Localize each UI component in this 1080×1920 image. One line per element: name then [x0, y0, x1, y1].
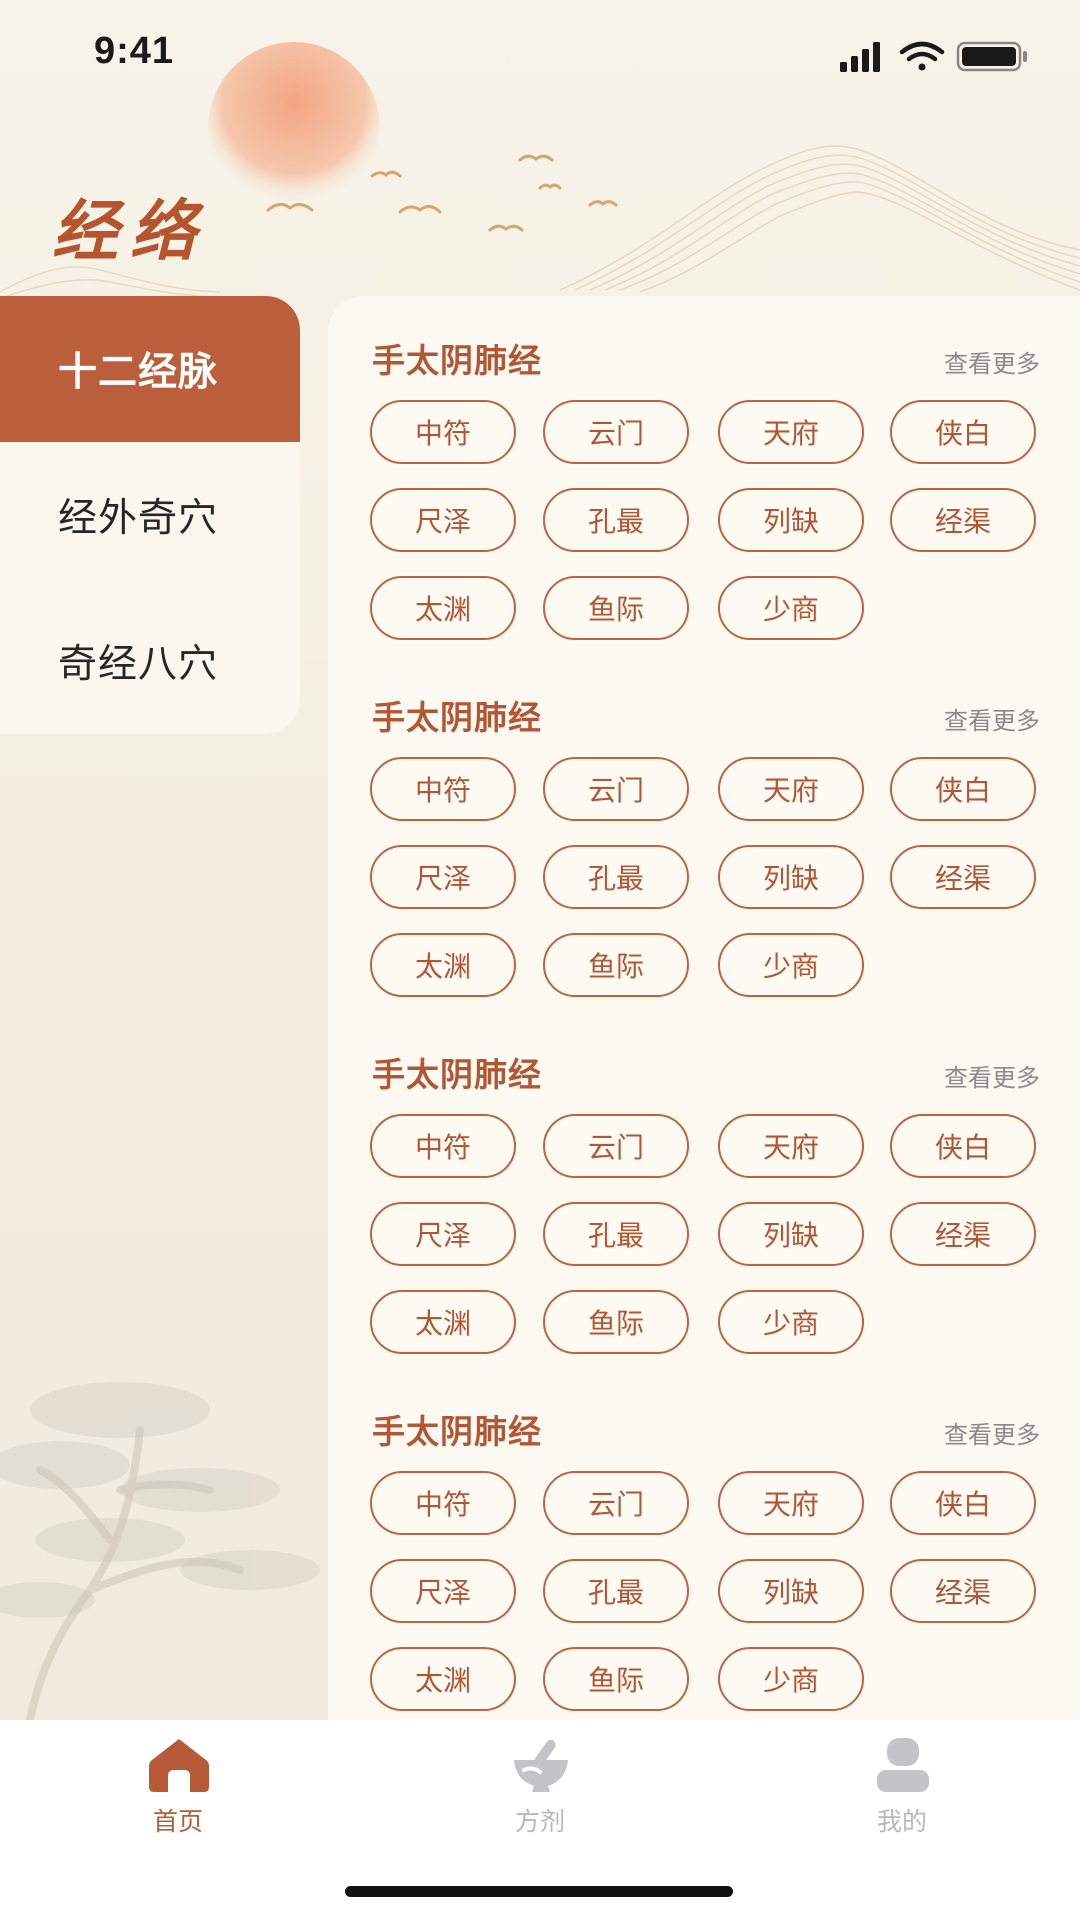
status-icons [840, 41, 1027, 72]
category-item-extra-points[interactable]: 经外奇穴 [0, 442, 300, 588]
status-bar: 9:41 [0, 0, 1080, 110]
user-icon [877, 1738, 929, 1792]
tab-label: 我的 [876, 1807, 927, 1836]
acupoint-chip[interactable]: 太渊 [370, 933, 516, 997]
category-item-twelve-meridians[interactable]: 十二经脉 [0, 296, 300, 442]
acupoint-chip[interactable]: 太渊 [370, 1647, 516, 1711]
acupoint-chip[interactable]: 侠白 [890, 400, 1036, 464]
acupoint-chip[interactable]: 少商 [718, 1647, 864, 1711]
acupoint-chip[interactable]: 鱼际 [543, 933, 689, 997]
acupoint-chip[interactable]: 天府 [718, 1114, 864, 1178]
section-header: 手太阴肺经 查看更多 [372, 1048, 1040, 1094]
section-title: 手太阴肺经 [372, 341, 542, 380]
acupoint-chip[interactable]: 云门 [543, 400, 689, 464]
tab-home[interactable]: 首页 [78, 1736, 278, 1846]
acupoint-chip[interactable]: 太渊 [370, 1290, 516, 1354]
status-time: 9:41 [94, 30, 175, 72]
cellular-signal-icon [840, 42, 880, 72]
category-menu: 十二经脉 经外奇穴 奇经八穴 [0, 296, 300, 734]
acupoint-chip[interactable]: 鱼际 [543, 576, 689, 640]
acupoint-chip[interactable]: 云门 [543, 1471, 689, 1535]
acupoint-chip[interactable]: 侠白 [890, 757, 1036, 821]
meridian-section: 手太阴肺经 查看更多 中符 云门 天府 侠白 尺泽 孔最 列缺 经渠 太渊 鱼际… [328, 1367, 1080, 1720]
tab-prescriptions[interactable]: 方剂 [440, 1736, 640, 1846]
acupoint-chip[interactable]: 尺泽 [370, 488, 516, 552]
view-more-link[interactable]: 查看更多 [944, 1058, 1040, 1093]
acupoint-chip[interactable]: 中符 [370, 1471, 516, 1535]
section-title: 手太阴肺经 [372, 1412, 542, 1451]
acupoint-chip[interactable]: 列缺 [718, 845, 864, 909]
acupoint-chip[interactable]: 鱼际 [543, 1290, 689, 1354]
view-more-link[interactable]: 查看更多 [944, 701, 1040, 736]
view-more-link[interactable]: 查看更多 [944, 344, 1040, 379]
acupoint-chip[interactable]: 孔最 [543, 488, 689, 552]
wifi-icon [899, 41, 945, 71]
page-title: 经络 [52, 192, 208, 270]
mortar-pestle-icon [514, 1739, 568, 1792]
acupoint-chip[interactable]: 经渠 [890, 1202, 1036, 1266]
acupoint-chip[interactable]: 天府 [718, 757, 864, 821]
acupoint-chip[interactable]: 列缺 [718, 488, 864, 552]
category-item-label: 经外奇穴 [58, 496, 219, 541]
acupoint-chip[interactable]: 少商 [718, 576, 864, 640]
acupoint-chip[interactable]: 列缺 [718, 1202, 864, 1266]
acupoint-chip[interactable]: 中符 [370, 757, 516, 821]
meridian-section: 手太阴肺经 查看更多 中符 云门 天府 侠白 尺泽 孔最 列缺 经渠 太渊 鱼际… [328, 296, 1080, 653]
meridian-content-panel: 手太阴肺经 查看更多 中符 云门 天府 侠白 尺泽 孔最 列缺 经渠 太渊 鱼际… [328, 296, 1080, 1720]
tab-profile[interactable]: 我的 [802, 1736, 1002, 1846]
section-title: 手太阴肺经 [372, 1055, 542, 1094]
section-header: 手太阴肺经 查看更多 [372, 1405, 1040, 1451]
category-item-label: 十二经脉 [58, 350, 219, 395]
view-more-link[interactable]: 查看更多 [944, 1415, 1040, 1450]
acupoint-chip[interactable]: 中符 [370, 1114, 516, 1178]
acupoint-chip[interactable]: 云门 [543, 1114, 689, 1178]
section-header: 手太阴肺经 查看更多 [372, 334, 1040, 380]
acupoint-chip[interactable]: 中符 [370, 400, 516, 464]
acupoint-chip[interactable]: 孔最 [543, 1559, 689, 1623]
meridian-section: 手太阴肺经 查看更多 中符 云门 天府 侠白 尺泽 孔最 列缺 经渠 太渊 鱼际… [328, 1010, 1080, 1367]
pine-tree-art [0, 1382, 320, 1720]
battery-icon [956, 41, 1027, 72]
home-indicator [345, 1886, 733, 1897]
acupoint-chip[interactable]: 尺泽 [370, 1202, 516, 1266]
acupoint-chip[interactable]: 孔最 [543, 1202, 689, 1266]
acupoint-chip[interactable]: 经渠 [890, 845, 1036, 909]
acupoint-chip[interactable]: 天府 [718, 400, 864, 464]
category-item-label: 奇经八穴 [58, 642, 219, 687]
acupoint-chip[interactable]: 太渊 [370, 576, 516, 640]
tab-label: 方剂 [514, 1807, 565, 1836]
acupoint-chip[interactable]: 经渠 [890, 488, 1036, 552]
category-item-eight-confluent-points[interactable]: 奇经八穴 [0, 588, 300, 734]
acupoint-chip[interactable]: 尺泽 [370, 1559, 516, 1623]
acupoint-chip[interactable]: 侠白 [890, 1471, 1036, 1535]
acupoint-chip[interactable]: 少商 [718, 933, 864, 997]
acupoint-chip[interactable]: 少商 [718, 1290, 864, 1354]
acupoint-chip[interactable]: 鱼际 [543, 1647, 689, 1711]
acupoint-chip[interactable]: 列缺 [718, 1559, 864, 1623]
section-header: 手太阴肺经 查看更多 [372, 691, 1040, 737]
acupoint-chip[interactable]: 天府 [718, 1471, 864, 1535]
acupoint-chip[interactable]: 云门 [543, 757, 689, 821]
tab-label: 首页 [152, 1807, 203, 1836]
acupoint-chip[interactable]: 经渠 [890, 1559, 1036, 1623]
acupoint-chip[interactable]: 侠白 [890, 1114, 1036, 1178]
acupoint-chip[interactable]: 孔最 [543, 845, 689, 909]
home-icon [149, 1739, 209, 1792]
section-title: 手太阴肺经 [372, 698, 542, 737]
acupoint-chip[interactable]: 尺泽 [370, 845, 516, 909]
meridian-section: 手太阴肺经 查看更多 中符 云门 天府 侠白 尺泽 孔最 列缺 经渠 太渊 鱼际… [328, 653, 1080, 1010]
